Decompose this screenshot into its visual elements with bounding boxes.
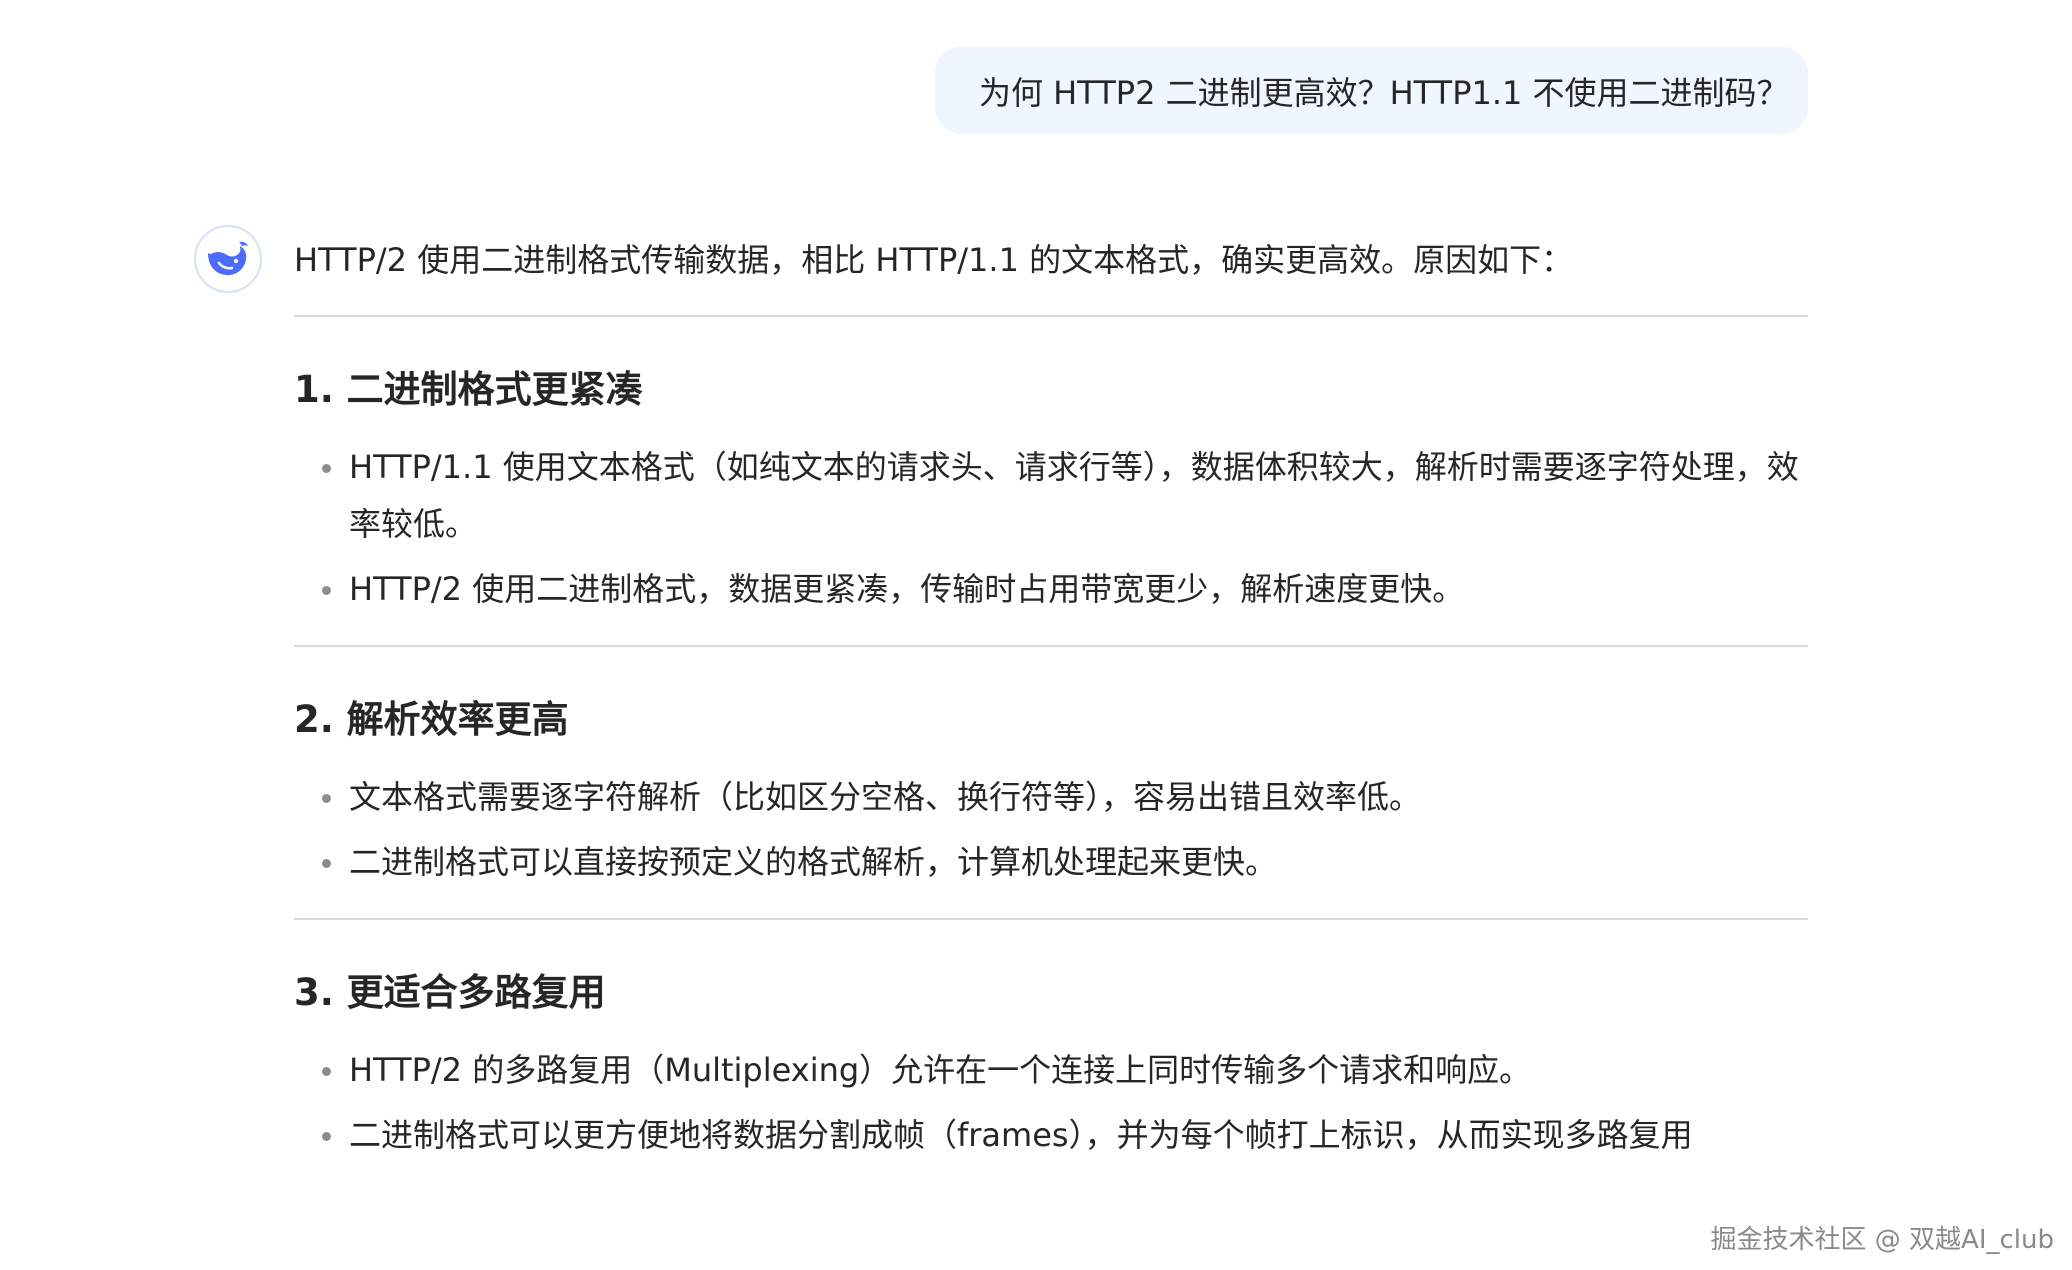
section-divider [294,918,1808,920]
list-item: HTTP/1.1 使用文本格式（如纯文本的请求头、请求行等），数据体积较大，解析… [294,439,1808,553]
bullet-dot [322,1132,331,1141]
answer-intro: HTTP/2 使用二进制格式传输数据，相比 HTTP/1.1 的文本格式，确实更… [294,241,1574,279]
watermark: 掘金技术社区 @ 双越AI_club [1710,1225,2055,1255]
section-divider [294,645,1808,647]
list-item-text: 文本格式需要逐字符解析（比如区分空格、换行符等），容易出错且效率低。 [349,778,1422,816]
bullet-list: HTTP/1.1 使用文本格式（如纯文本的请求头、请求行等），数据体积较大，解析… [294,439,1808,618]
list-item-text: 二进制格式可以更方便地将数据分割成帧（frames），并为每个帧打上标识，从而实… [349,1116,1693,1154]
list-item-text: 二进制格式可以直接按预定义的格式解析，计算机处理起来更快。 [349,843,1278,881]
section-divider [294,315,1808,317]
list-item-text: HTTP/2 使用二进制格式，数据更紧凑，传输时占用带宽更少，解析速度更快。 [349,570,1465,608]
assistant-answer: HTTP/2 使用二进制格式传输数据，相比 HTTP/1.1 的文本格式，确实更… [294,232,1808,1164]
user-message-bubble: 为何 HTTP2 二进制更高效？HTTP1.1 不使用二进制码？ [935,47,1808,134]
list-item-text: HTTP/2 的多路复用（Multiplexing）允许在一个连接上同时传输多个… [349,1051,1532,1089]
bullet-dot [322,464,331,473]
list-item: HTTP/2 的多路复用（Multiplexing）允许在一个连接上同时传输多个… [294,1042,1808,1099]
user-message-text: 为何 HTTP2 二进制更高效？HTTP1.1 不使用二进制码？ [979,73,1789,112]
list-item: 二进制格式可以更方便地将数据分割成帧（frames），并为每个帧打上标识，从而实… [294,1107,1808,1164]
section-title: 2. 解析效率更高 [294,698,569,741]
deepseek-whale-icon [208,241,248,276]
assistant-avatar [194,225,262,293]
list-item: HTTP/2 使用二进制格式，数据更紧凑，传输时占用带宽更少，解析速度更快。 [294,561,1808,618]
bullet-dot [322,1067,331,1076]
bullet-dot [322,586,331,595]
list-item-text: HTTP/1.1 使用文本格式（如纯文本的请求头、请求行等），数据体积较大，解析… [349,448,1799,543]
section-title: 3. 更适合多路复用 [294,971,606,1014]
bullet-dot [322,859,331,868]
section-title: 1. 二进制格式更紧凑 [294,368,643,411]
list-item: 文本格式需要逐字符解析（比如区分空格、换行符等），容易出错且效率低。 [294,769,1808,826]
list-item: 二进制格式可以直接按预定义的格式解析，计算机处理起来更快。 [294,834,1808,891]
bullet-list: HTTP/2 的多路复用（Multiplexing）允许在一个连接上同时传输多个… [294,1042,1808,1164]
bullet-dot [322,794,331,803]
bullet-list: 文本格式需要逐字符解析（比如区分空格、换行符等），容易出错且效率低。 二进制格式… [294,769,1808,891]
